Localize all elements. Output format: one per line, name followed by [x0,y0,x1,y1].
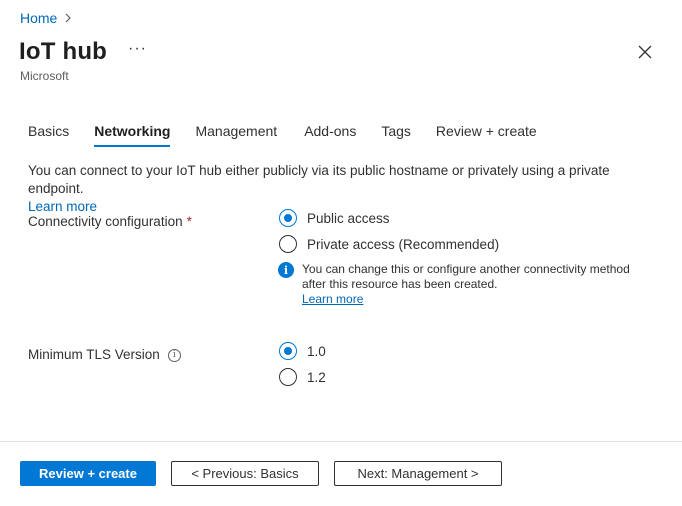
learn-more-link[interactable]: Learn more [28,199,97,214]
tab-bar: Basics Networking Management Add-ons Tag… [28,123,537,147]
more-options-icon[interactable]: ··· [128,40,147,58]
tab-networking[interactable]: Networking [94,123,171,147]
radio-button-unchecked[interactable] [279,368,297,386]
radio-label-tls-1-0: 1.0 [307,343,326,359]
tab-review-create[interactable]: Review + create [436,123,537,147]
connectivity-label-text: Connectivity configuration [28,214,183,229]
info-learn-more-link[interactable]: Learn more [302,292,363,306]
radio-button-checked[interactable] [279,342,297,360]
connectivity-configuration-label: Connectivity configuration * [28,214,192,229]
radio-tls-1-0[interactable]: 1.0 [279,342,326,360]
radio-label-tls-1-2: 1.2 [307,369,326,385]
chevron-right-icon [63,13,73,23]
radio-label-public-access: Public access [307,210,390,226]
info-message-text: You can change this or configure another… [302,262,630,291]
minimum-tls-label: Minimum TLS Version i [28,347,181,362]
previous-basics-button[interactable]: < Previous: Basics [171,461,319,486]
description-text: You can connect to your IoT hub either p… [28,163,610,196]
review-create-button[interactable]: Review + create [20,461,156,486]
tab-management[interactable]: Management [195,123,277,147]
info-outline-icon[interactable]: i [167,348,181,362]
radio-tls-1-2[interactable]: 1.2 [279,368,326,386]
connectivity-info-message: i You can change this or configure anoth… [278,262,642,307]
breadcrumb-home-link[interactable]: Home [20,10,57,26]
radio-label-private-access: Private access (Recommended) [307,236,500,252]
close-icon[interactable] [637,44,653,60]
tls-label-text: Minimum TLS Version [28,347,160,362]
footer-divider [0,441,682,442]
next-management-button[interactable]: Next: Management > [334,461,502,486]
tab-add-ons[interactable]: Add-ons [304,123,356,147]
info-icon: i [278,262,294,278]
networking-description: You can connect to your IoT hub either p… [28,162,668,216]
tab-tags[interactable]: Tags [381,123,411,147]
radio-button-checked[interactable] [279,209,297,227]
radio-button-unchecked[interactable] [279,235,297,253]
page-subtitle: Microsoft [20,69,69,83]
radio-public-access[interactable]: Public access [279,209,390,227]
radio-private-access[interactable]: Private access (Recommended) [279,235,499,253]
page-title: IoT hub [19,38,108,65]
required-indicator: * [186,214,192,229]
breadcrumb: Home [20,10,73,26]
tab-basics[interactable]: Basics [28,123,69,147]
